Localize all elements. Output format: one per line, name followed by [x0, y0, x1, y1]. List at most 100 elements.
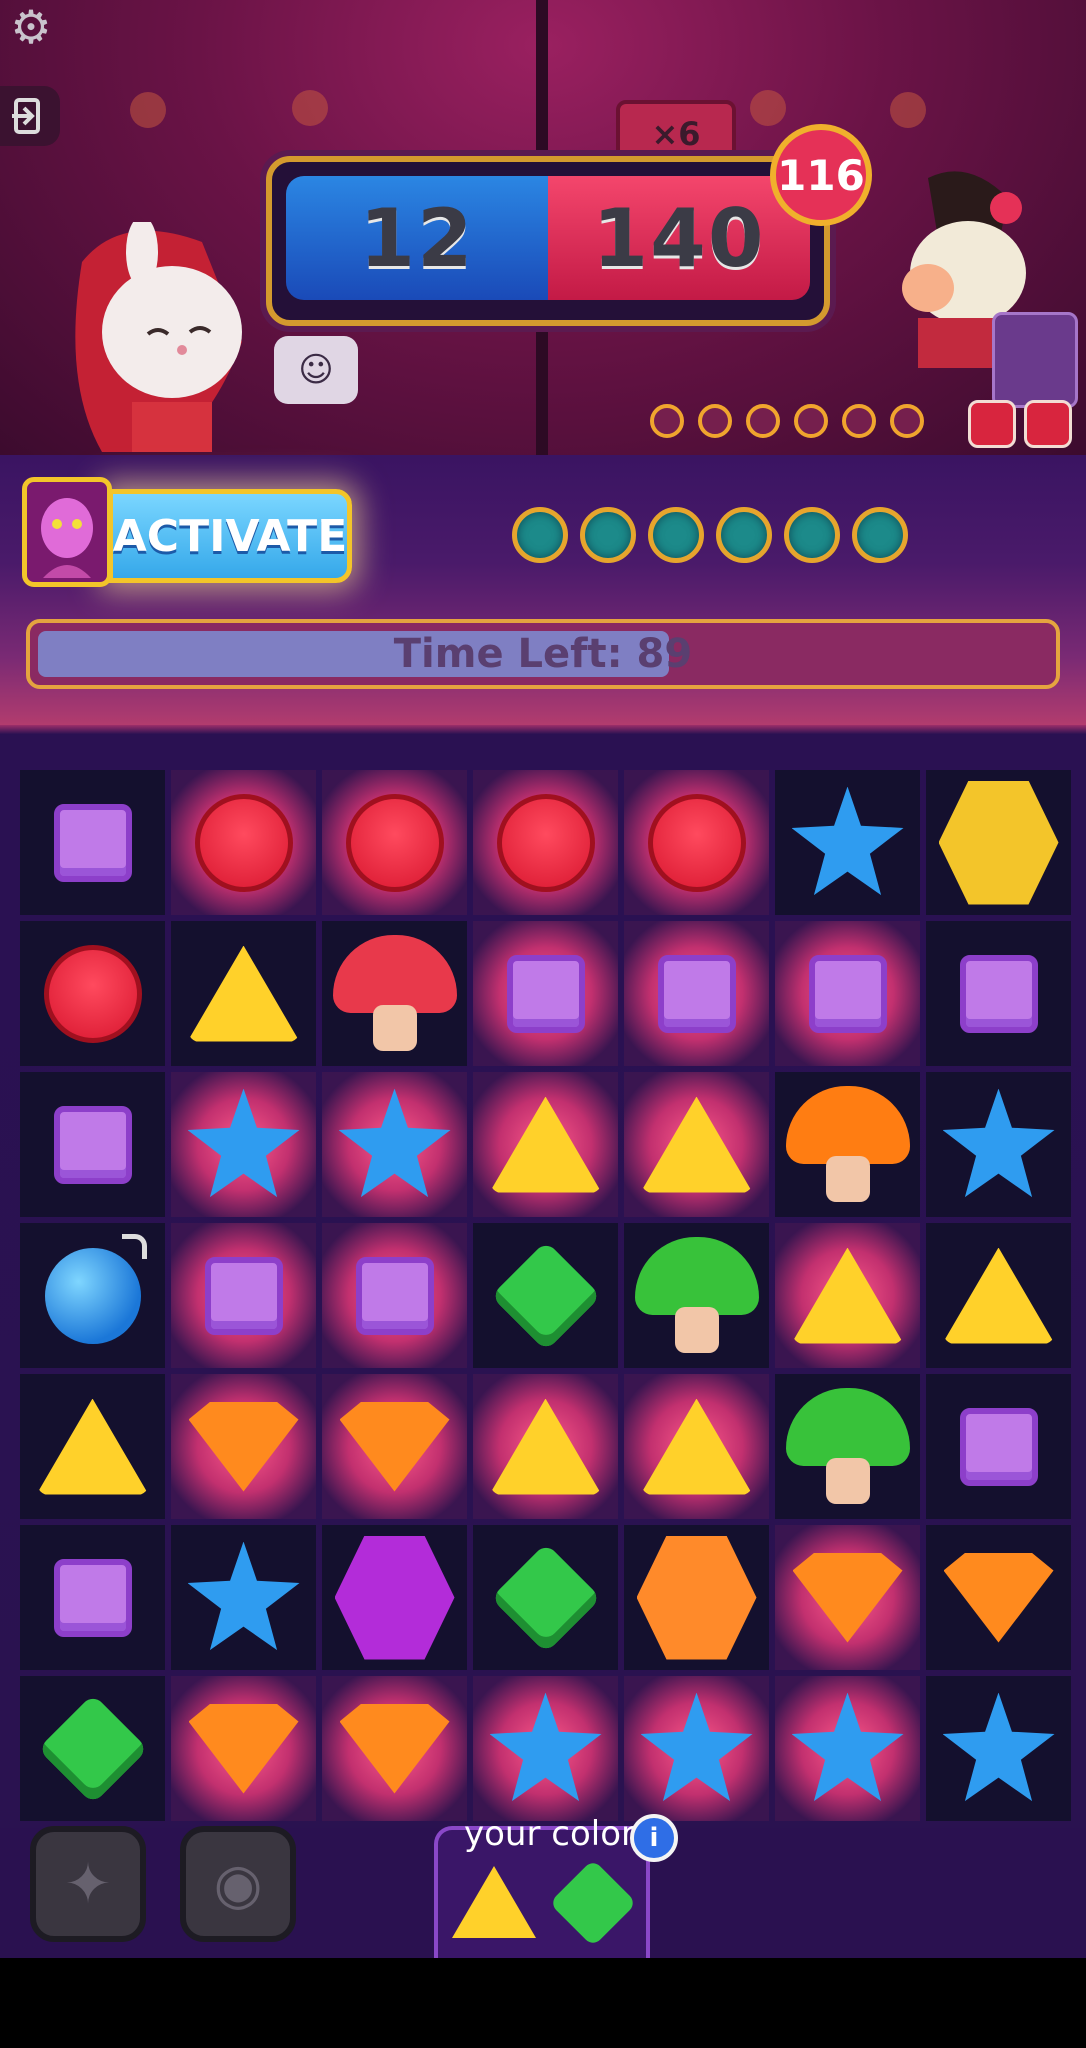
board-cell[interactable] — [20, 1223, 165, 1368]
board-cell[interactable] — [926, 770, 1071, 915]
board-cell[interactable] — [473, 921, 618, 1066]
timer-text: Time Left: 89 — [393, 631, 693, 677]
triangle-gem-icon — [640, 1398, 753, 1495]
board-cell[interactable] — [20, 1525, 165, 1670]
mushroom-orange-gem-icon — [785, 1085, 910, 1204]
bomb-gem-icon — [44, 1233, 147, 1344]
board-cell[interactable] — [322, 1072, 467, 1217]
board-cell[interactable] — [473, 1676, 618, 1821]
board-cell[interactable] — [926, 921, 1071, 1066]
star-gem-icon — [489, 1692, 602, 1802]
board-cell[interactable] — [322, 1223, 467, 1368]
square-gem-icon — [657, 954, 736, 1033]
opponent-total-badge: 116 — [770, 124, 872, 226]
shield-gem-icon — [188, 1703, 299, 1794]
board-cell[interactable] — [775, 1072, 920, 1217]
triangle-gem-icon — [489, 1398, 602, 1495]
board-cell[interactable] — [20, 1072, 165, 1217]
stage-light — [890, 92, 926, 128]
board-cell[interactable] — [473, 1223, 618, 1368]
opponent-score: 140 — [592, 191, 766, 285]
charge-dot — [794, 404, 828, 438]
beetle-powerup-button[interactable]: ◉ — [180, 1826, 296, 1942]
board-cell[interactable] — [926, 1072, 1071, 1217]
square-gem-icon — [959, 954, 1038, 1033]
board-cell[interactable] — [775, 1374, 920, 1519]
chat-emote-icon[interactable]: ☺ — [274, 336, 358, 404]
board-cell[interactable] — [171, 1525, 316, 1670]
shield-gem-icon — [188, 1401, 299, 1492]
shield-gem-icon — [943, 1552, 1054, 1643]
board-cell[interactable] — [171, 1374, 316, 1519]
board-cell[interactable] — [624, 1525, 769, 1670]
board-cell[interactable] — [775, 1676, 920, 1821]
triangle-gem-icon — [791, 1247, 904, 1344]
board-cell[interactable] — [775, 1223, 920, 1368]
settings-gear-icon[interactable]: ⚙ — [4, 0, 58, 54]
triangle-gem-icon — [942, 1247, 1055, 1344]
opponent-score-box: 140 — [548, 176, 810, 300]
charge-dot — [716, 507, 772, 563]
board-cell[interactable] — [20, 1676, 165, 1821]
board-cell[interactable] — [171, 1072, 316, 1217]
circle-gem-icon — [194, 793, 293, 892]
circle-gem-icon — [345, 793, 444, 892]
board-cell[interactable] — [20, 770, 165, 915]
board-cell[interactable] — [171, 921, 316, 1066]
board-cell[interactable] — [624, 1374, 769, 1519]
board-cell[interactable] — [171, 770, 316, 915]
score-panel: 12 140 — [266, 156, 830, 326]
board-cell[interactable] — [624, 1223, 769, 1368]
star-gem-icon — [942, 1088, 1055, 1198]
circle-gem-icon — [496, 793, 595, 892]
board-cell[interactable] — [322, 1374, 467, 1519]
board-cell[interactable] — [20, 921, 165, 1066]
board-cell[interactable] — [322, 1525, 467, 1670]
charge-dot — [648, 507, 704, 563]
square-gem-icon — [959, 1407, 1038, 1486]
board-cell[interactable] — [926, 1525, 1071, 1670]
board-cell[interactable] — [473, 1072, 618, 1217]
board-cell[interactable] — [171, 1676, 316, 1821]
board-cell[interactable] — [171, 1223, 316, 1368]
board-cell[interactable] — [624, 1676, 769, 1821]
info-icon[interactable]: i — [630, 1814, 678, 1862]
diamond-gem-icon — [37, 1693, 148, 1804]
opponent-lightning-card — [968, 400, 1016, 448]
diamond-gem-icon — [490, 1240, 601, 1351]
stage-light — [292, 90, 328, 126]
board-cell[interactable] — [322, 770, 467, 915]
star-powerup-button[interactable]: ✦ — [30, 1826, 146, 1942]
board-cell[interactable] — [473, 1525, 618, 1670]
board-cell[interactable] — [624, 770, 769, 915]
board-cell[interactable] — [926, 1374, 1071, 1519]
board-cell[interactable] — [624, 1072, 769, 1217]
star-gem-icon — [791, 1692, 904, 1802]
board-cell[interactable] — [926, 1676, 1071, 1821]
player-score: 12 — [359, 191, 475, 285]
circle-gem-icon — [647, 793, 746, 892]
board-cell[interactable] — [322, 1676, 467, 1821]
board-cell[interactable] — [775, 770, 920, 915]
board-cell[interactable] — [322, 921, 467, 1066]
board-cell[interactable] — [624, 921, 769, 1066]
board-cell[interactable] — [775, 921, 920, 1066]
your-colors-label: your colors — [464, 1814, 653, 1854]
charge-dot — [784, 507, 840, 563]
board-cell[interactable] — [926, 1223, 1071, 1368]
timer-bar: Time Left: 89 — [26, 619, 1060, 689]
board-cell[interactable] — [20, 1374, 165, 1519]
hex-purple-gem-icon — [334, 1535, 455, 1660]
board-cell[interactable] — [473, 1374, 618, 1519]
opponent-powerups — [968, 400, 1072, 448]
charge-dot — [650, 404, 684, 438]
mushroom-green-gem-icon — [634, 1236, 759, 1355]
opponent-charge-dots — [650, 404, 924, 438]
board-cell[interactable] — [775, 1525, 920, 1670]
board-cell[interactable] — [473, 770, 618, 915]
charge-dot — [842, 404, 876, 438]
exit-icon[interactable] — [0, 86, 60, 146]
square-gem-icon — [506, 954, 585, 1033]
diamond-gem-icon — [490, 1542, 601, 1653]
activate-button[interactable]: ACTIVATE — [108, 489, 352, 583]
